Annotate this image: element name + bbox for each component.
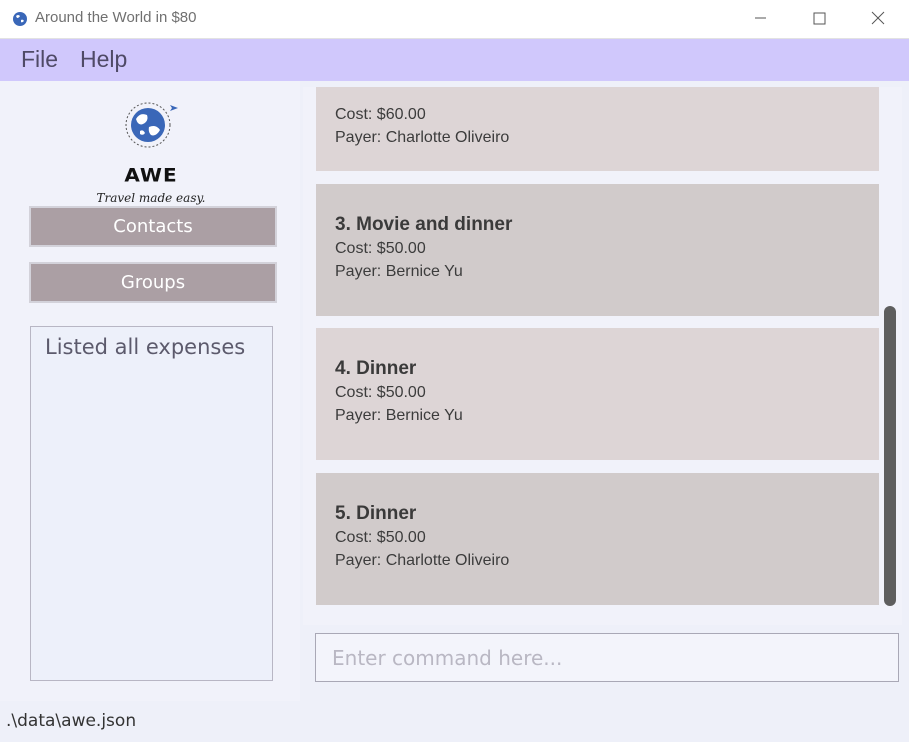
globe-plane-icon <box>125 102 178 148</box>
expense-title <box>335 87 879 106</box>
sidebar: AWE Travel made easy. Contacts Groups Li… <box>0 81 300 701</box>
expense-cost: Cost: $50.00 <box>335 529 426 546</box>
globe-icon <box>13 12 27 26</box>
close-icon[interactable] <box>868 8 888 28</box>
expense-cost: Cost: $60.00 <box>335 106 426 123</box>
title-bar: Around the World in $80 <box>0 0 909 39</box>
command-input[interactable] <box>316 634 898 681</box>
expense-title: 3. Movie and dinner <box>335 214 513 235</box>
list-scrollbar[interactable] <box>884 306 896 606</box>
expense-payer: Payer: Bernice Yu <box>335 407 463 424</box>
expense-payer: Payer: Charlotte Oliveiro <box>335 129 510 146</box>
window-title: Around the World in $80 <box>35 9 197 26</box>
expense-card[interactable]: 5. Dinner Cost: $50.00 Payer: Charlotte … <box>316 473 879 605</box>
command-box <box>315 633 899 682</box>
save-file-path: .\data\awe.json <box>6 711 137 731</box>
expense-card[interactable]: Cost: $60.00 Payer: Charlotte Oliveiro <box>316 87 879 171</box>
expense-cost: Cost: $50.00 <box>335 240 426 257</box>
maximize-icon[interactable] <box>809 8 829 28</box>
menu-bar: File Help <box>0 39 909 81</box>
status-bar: .\data\awe.json <box>0 701 909 742</box>
expense-payer: Payer: Bernice Yu <box>335 263 463 280</box>
result-display: Listed all expenses <box>30 326 273 681</box>
groups-button[interactable]: Groups <box>29 262 277 303</box>
expense-payer: Payer: Charlotte Oliveiro <box>335 552 510 569</box>
expense-cost: Cost: $50.00 <box>335 384 426 401</box>
result-message: Listed all expenses <box>45 335 246 359</box>
menu-help[interactable]: Help <box>80 46 127 73</box>
logo-tagline: Travel made easy. <box>96 191 206 205</box>
expense-card[interactable]: 3. Movie and dinner Cost: $50.00 Payer: … <box>316 184 879 316</box>
expense-list[interactable]: Cost: $60.00 Payer: Charlotte Oliveiro 3… <box>303 87 902 625</box>
expense-card[interactable]: 4. Dinner Cost: $50.00 Payer: Bernice Yu <box>316 328 879 460</box>
logo-wordmark: AWE <box>124 163 178 187</box>
expense-title: 4. Dinner <box>335 358 417 379</box>
app-logo: AWE Travel made easy. <box>96 99 206 205</box>
expense-title: 5. Dinner <box>335 503 417 524</box>
minimize-icon[interactable] <box>750 8 770 28</box>
menu-file[interactable]: File <box>21 46 58 73</box>
contacts-button[interactable]: Contacts <box>29 206 277 247</box>
